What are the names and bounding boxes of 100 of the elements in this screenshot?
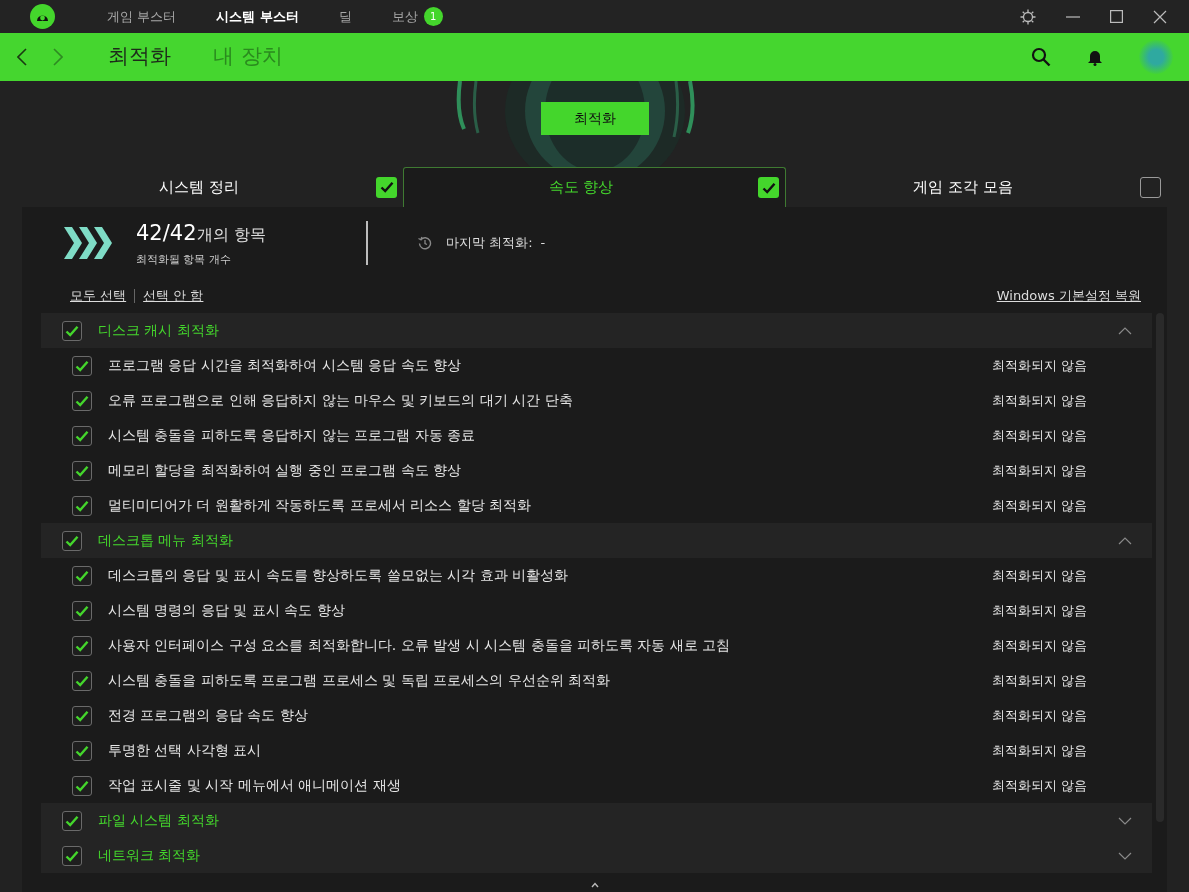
- category-tab[interactable]: 속도 향상: [403, 167, 786, 207]
- item-status: 최적화되지 않음: [992, 741, 1089, 760]
- check-icon: [75, 359, 89, 372]
- history-icon: [418, 236, 432, 250]
- minimize-icon[interactable]: [1066, 15, 1080, 18]
- item-status: 최적화되지 않음: [992, 776, 1089, 795]
- item-count: 42/42: [136, 220, 197, 247]
- bell-icon[interactable]: [1087, 48, 1103, 66]
- notification-badge: 1: [423, 7, 443, 26]
- item-label: 메모리 할당을 최적화하여 실행 중인 프로그램 속도 향상: [108, 461, 462, 480]
- app-logo[interactable]: [30, 4, 55, 29]
- check-icon: [75, 464, 89, 477]
- group-title: 디스크 캐시 최적화: [98, 321, 219, 340]
- search-icon[interactable]: [1031, 47, 1051, 67]
- tab-checkbox[interactable]: [376, 176, 397, 198]
- select-none-link[interactable]: 선택 안 함: [143, 286, 204, 306]
- item-count-label: 개의 항목: [196, 224, 266, 246]
- check-icon: [75, 499, 89, 512]
- item-label: 멀티미디어가 더 원활하게 작동하도록 프로세서 리소스 할당 최적화: [108, 496, 532, 515]
- check-icon: [75, 779, 89, 792]
- check-icon: [761, 181, 776, 194]
- close-icon[interactable]: [1153, 9, 1167, 24]
- group-checkbox[interactable]: [62, 810, 82, 831]
- item-checkbox[interactable]: [72, 635, 92, 656]
- item-status: 최적화되지 않음: [992, 496, 1089, 515]
- item-status: 최적화되지 않음: [992, 601, 1089, 620]
- check-icon: [65, 534, 79, 547]
- check-icon: [75, 394, 89, 407]
- item-label: 오류 프로그램으로 인해 응답하지 않는 마우스 및 키보드의 대기 시간 단축: [108, 391, 573, 410]
- item-checkbox[interactable]: [72, 740, 92, 761]
- item-label: 사용자 인터페이스 구성 요소를 최적화합니다. 오류 발생 시 시스템 충돌을 피하도록 자동 새로 고침: [108, 636, 731, 655]
- category-tab[interactable]: 시스템 정리: [22, 167, 403, 207]
- item-label: 데스크톱의 응답 및 표시 속도를 향상하도록 쓸모없는 시각 효과 비활성화: [108, 566, 569, 585]
- item-checkbox[interactable]: [72, 565, 92, 586]
- item-status: 최적화되지 않음: [992, 671, 1089, 690]
- settings-icon[interactable]: [1020, 8, 1036, 25]
- item-status: 최적화되지 않음: [992, 461, 1089, 480]
- item-checkbox[interactable]: [72, 355, 92, 376]
- item-status: 최적화되지 않음: [992, 706, 1089, 725]
- group-header[interactable]: 디스크 캐시 최적화: [41, 313, 1152, 348]
- item-status: 최적화되지 않음: [992, 566, 1089, 585]
- item-checkbox[interactable]: [72, 705, 92, 726]
- expand-icon[interactable]: [1118, 816, 1132, 825]
- item-label: 프로그램 응답 시간을 최적화하여 시스템 응답 속도 향상: [108, 356, 462, 375]
- speed-arrows-icon: [64, 227, 112, 259]
- check-icon: [75, 744, 89, 757]
- check-icon: [75, 429, 89, 442]
- nav-tab[interactable]: 시스템 부스터: [216, 6, 299, 27]
- item-checkbox[interactable]: [72, 460, 92, 481]
- tab-checkbox[interactable]: [758, 177, 779, 198]
- collapse-icon[interactable]: [1118, 536, 1132, 545]
- item-checkbox[interactable]: [72, 670, 92, 691]
- check-icon: [65, 324, 79, 337]
- group-checkbox[interactable]: [62, 320, 82, 341]
- item-checkbox[interactable]: [72, 600, 92, 621]
- group-title: 네트워크 최적화: [98, 846, 201, 865]
- nav-tab[interactable]: 딜: [338, 6, 352, 27]
- check-icon: [65, 849, 79, 862]
- check-icon: [65, 814, 79, 827]
- optimize-button[interactable]: 최적화: [540, 102, 649, 135]
- item-status: 최적화되지 않음: [992, 426, 1089, 445]
- item-checkbox[interactable]: [72, 495, 92, 516]
- check-icon: [379, 181, 394, 193]
- tab-checkbox[interactable]: [1140, 176, 1161, 198]
- item-label: 작업 표시줄 및 시작 메뉴에서 애니메이션 재생: [108, 776, 401, 795]
- check-icon: [75, 639, 89, 652]
- item-status: 최적화되지 않음: [992, 636, 1089, 655]
- check-icon: [75, 674, 89, 687]
- expand-icon[interactable]: [1118, 851, 1132, 860]
- last-optimized-label: 마지막 최적화:: [446, 234, 533, 253]
- nav-tab[interactable]: 보상: [391, 6, 418, 27]
- category-tab[interactable]: 게임 조각 모음: [786, 167, 1167, 207]
- item-label: 투명한 선택 사각형 표시: [108, 741, 262, 760]
- check-icon: [75, 569, 89, 582]
- group-checkbox[interactable]: [62, 845, 82, 866]
- group-header[interactable]: 파일 시스템 최적화: [41, 803, 1152, 838]
- item-label: 시스템 충돌을 피하도록 응답하지 않는 프로그램 자동 종료: [108, 426, 476, 445]
- group-header[interactable]: 네트워크 최적화: [41, 838, 1152, 873]
- group-title: 데스크톱 메뉴 최적화: [98, 531, 233, 550]
- item-checkbox[interactable]: [72, 775, 92, 796]
- nav-tab[interactable]: 게임 부스터: [107, 6, 177, 27]
- item-checkbox[interactable]: [72, 425, 92, 446]
- section-tab[interactable]: 최적화: [108, 41, 171, 73]
- item-checkbox[interactable]: [72, 390, 92, 411]
- back-icon[interactable]: [17, 48, 27, 66]
- group-title: 파일 시스템 최적화: [98, 811, 219, 830]
- item-status: 최적화되지 않음: [992, 391, 1089, 410]
- item-label: 전경 프로그램의 응답 속도 향상: [108, 706, 308, 725]
- restore-defaults-link[interactable]: Windows 기본설정 복원: [996, 286, 1141, 306]
- check-icon: [75, 709, 89, 722]
- collapse-icon[interactable]: [1118, 326, 1132, 335]
- select-all-link[interactable]: 모두 선택: [70, 286, 127, 306]
- check-icon: [75, 604, 89, 617]
- scroll-up-icon[interactable]: [590, 882, 599, 888]
- group-checkbox[interactable]: [62, 530, 82, 551]
- maximize-icon[interactable]: [1110, 10, 1123, 23]
- item-status: 최적화되지 않음: [992, 356, 1089, 375]
- item-label: 시스템 명령의 응답 및 표시 속도 향상: [108, 601, 345, 620]
- item-count-caption: 최적화될 항목 개수: [136, 251, 232, 268]
- group-header[interactable]: 데스크톱 메뉴 최적화: [41, 523, 1152, 558]
